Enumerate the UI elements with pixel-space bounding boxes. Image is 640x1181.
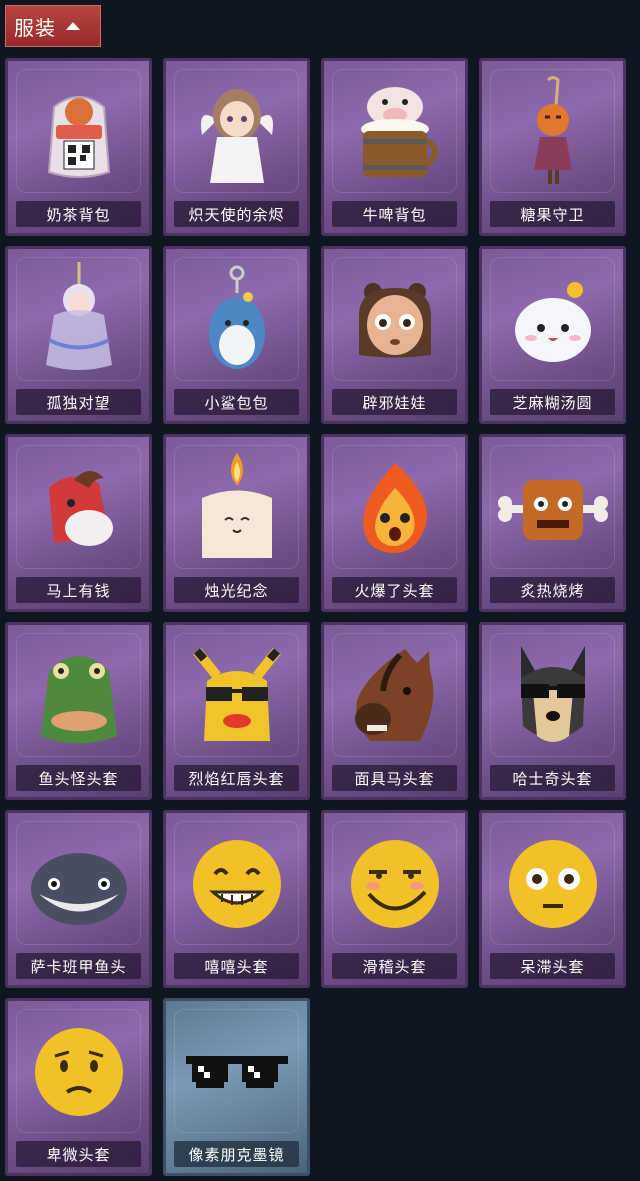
item-card-lonely-gaze[interactable]: 孤独对望 — [5, 246, 152, 424]
dazed-emoji-icon — [482, 819, 623, 949]
yellow-mask-sunglasses-icon — [166, 631, 307, 761]
chevron-up-icon — [66, 22, 80, 30]
item-card-red-horse-head[interactable]: 马上有钱 — [5, 434, 152, 612]
item-label: 牛啤背包 — [332, 201, 457, 227]
item-card-candy-guard[interactable]: 糖果守卫 — [479, 58, 626, 236]
pixel-sunglasses-icon — [166, 1007, 307, 1137]
item-label: 鱼头怪头套 — [16, 765, 141, 791]
item-label: 孤独对望 — [16, 389, 141, 415]
item-card-angel-doll[interactable]: 炽天使的余烬 — [163, 58, 310, 236]
item-label: 炙热烧烤 — [490, 577, 615, 603]
item-card-armored-fish[interactable]: 萨卡班甲鱼头 — [5, 810, 152, 988]
item-card-husky[interactable]: 哈士奇头套 — [479, 622, 626, 800]
item-label: 萨卡班甲鱼头 — [16, 953, 141, 979]
item-card-humble[interactable]: 卑微头套 — [5, 998, 152, 1176]
lonely-gaze-pendant-icon — [8, 255, 149, 385]
armored-fish-head-icon — [8, 819, 149, 949]
milk-tea-backpack-icon — [8, 67, 149, 197]
item-label: 炽天使的余烬 — [174, 201, 299, 227]
item-label: 嘻嘻头套 — [174, 953, 299, 979]
item-label: 呆滞头套 — [490, 953, 615, 979]
item-label: 小鲨包包 — [174, 389, 299, 415]
item-card-rice-ball[interactable]: 芝麻糊汤圆 — [479, 246, 626, 424]
item-card-cow-beer-backpack[interactable]: 牛啤背包 — [321, 58, 468, 236]
item-label: 面具马头套 — [332, 765, 457, 791]
item-label: 哈士奇头套 — [490, 765, 615, 791]
item-card-smirk[interactable]: 滑稽头套 — [321, 810, 468, 988]
grin-emoji-icon — [166, 819, 307, 949]
husky-sunglasses-icon — [482, 631, 623, 761]
item-label: 烈焰红唇头套 — [174, 765, 299, 791]
item-card-yellow-mask[interactable]: 烈焰红唇头套 — [163, 622, 310, 800]
rice-ball-icon — [482, 255, 623, 385]
item-card-horse-mask[interactable]: 面具马头套 — [321, 622, 468, 800]
candy-guard-pendant-icon — [482, 67, 623, 197]
item-card-talisman-doll[interactable]: 辟邪娃娃 — [321, 246, 468, 424]
angel-doll-icon — [166, 67, 307, 197]
item-card-pixel-sunglasses[interactable]: 像素朋克墨镜 — [163, 998, 310, 1176]
item-card-bbq-meat[interactable]: 炙热烧烤 — [479, 434, 626, 612]
item-card-shark-bag[interactable]: 小鲨包包 — [163, 246, 310, 424]
red-horse-head-icon — [8, 443, 149, 573]
humble-emoji-icon — [8, 1007, 149, 1137]
item-card-milk-tea-backpack[interactable]: 奶茶背包 — [5, 58, 152, 236]
fire-head-icon — [324, 443, 465, 573]
smirk-emoji-icon — [324, 819, 465, 949]
item-label: 像素朋克墨镜 — [174, 1141, 299, 1167]
item-label: 火爆了头套 — [332, 577, 457, 603]
shark-bag-icon — [166, 255, 307, 385]
fish-head-icon — [8, 631, 149, 761]
item-card-candle[interactable]: 烛光纪念 — [163, 434, 310, 612]
item-label: 糖果守卫 — [490, 201, 615, 227]
item-label: 卑微头套 — [16, 1141, 141, 1167]
item-label: 辟邪娃娃 — [332, 389, 457, 415]
item-label: 马上有钱 — [16, 577, 141, 603]
bbq-meat-icon — [482, 443, 623, 573]
item-card-fish-head[interactable]: 鱼头怪头套 — [5, 622, 152, 800]
item-label: 烛光纪念 — [174, 577, 299, 603]
item-card-grin[interactable]: 嘻嘻头套 — [163, 810, 310, 988]
item-label: 滑稽头套 — [332, 953, 457, 979]
cow-beer-backpack-icon — [324, 67, 465, 197]
costume-category-tab[interactable]: 服装 — [5, 5, 101, 47]
category-title: 服装 — [14, 17, 56, 40]
candle-icon — [166, 443, 307, 573]
item-label: 奶茶背包 — [16, 201, 141, 227]
item-card-fire-head[interactable]: 火爆了头套 — [321, 434, 468, 612]
item-card-dazed[interactable]: 呆滞头套 — [479, 810, 626, 988]
item-label: 芝麻糊汤圆 — [490, 389, 615, 415]
talisman-doll-icon — [324, 255, 465, 385]
horse-mask-icon — [324, 631, 465, 761]
